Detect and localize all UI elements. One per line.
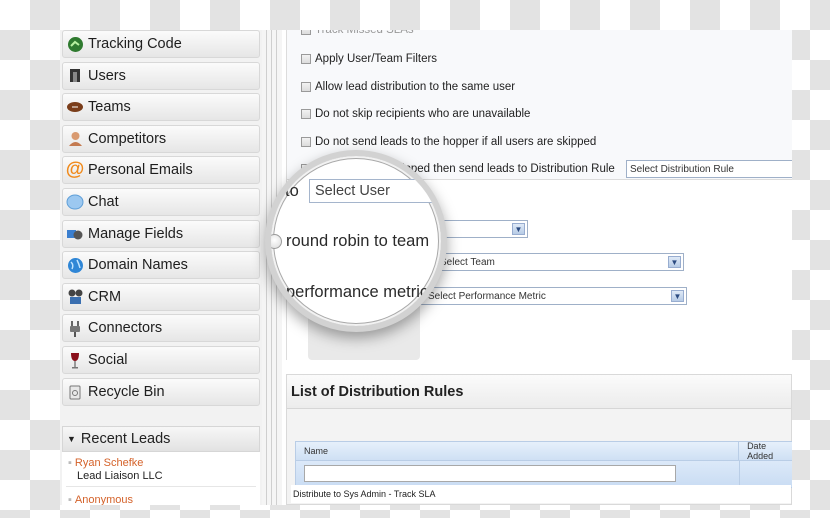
list-item: ▪ Ryan Schefke Lead Liaison LLC <box>68 457 163 483</box>
checkbox[interactable] <box>301 54 311 64</box>
distribution-rule-select[interactable]: Select Distribution Rule <box>626 160 792 178</box>
sidebar-item-label: Chat <box>88 194 119 210</box>
plug-icon <box>66 319 84 337</box>
sidebar-item-label: Connectors <box>88 320 163 337</box>
option-no-skip-unavailable[interactable]: Do not skip recipients who are unavailab… <box>301 108 530 120</box>
sidebar-item-connectors[interactable]: Connectors <box>62 314 260 343</box>
sidebar-item-label: Tracking Code <box>88 36 182 52</box>
divider <box>66 486 256 487</box>
list-item: ▪ Anonymous <box>68 494 133 505</box>
magnifier-overlay: to Select User round robin to team perfo… <box>265 150 449 350</box>
sidebar-item-label: Manage Fields <box>88 225 184 242</box>
name-filter-input[interactable] <box>304 465 676 482</box>
select-user-input[interactable]: Select User <box>309 179 441 203</box>
option-label: Do not skip recipients who are unavailab… <box>315 108 531 120</box>
distribution-rules-panel: List of Distribution Rules Name Date Add… <box>286 374 792 505</box>
select-value: Select User <box>315 183 390 199</box>
sidebar-item-crm[interactable]: CRM <box>62 282 260 311</box>
sidebar-item-label: Social <box>88 352 128 368</box>
rule-name: Distribute to Sys Admin - Track SLA <box>293 489 436 499</box>
filter-row <box>295 461 792 488</box>
globe-icon <box>66 256 84 274</box>
checkbox[interactable] <box>301 30 311 35</box>
select-team-dropdown[interactable]: Select Team ▼ <box>412 253 684 271</box>
sidebar-item-tracking-code[interactable]: Tracking Code <box>62 30 260 58</box>
sidebar-item-chat[interactable]: Chat <box>62 188 260 216</box>
select-performance-metric-dropdown[interactable]: Select Performance Metric ▼ <box>412 287 687 305</box>
checkbox[interactable] <box>301 109 311 119</box>
option-label: Do not send leads to the hopper if all u… <box>315 136 597 148</box>
recent-leads-header[interactable]: ▼ Recent Leads <box>62 426 260 452</box>
performance-metric-label: performance metric <box>286 283 429 301</box>
sidebar-item-social[interactable]: Social <box>62 346 260 374</box>
sidebar-item-label: CRM <box>88 288 122 305</box>
sidebar-item-label: Recycle Bin <box>88 383 165 400</box>
select-value: Select Distribution Rule <box>630 163 734 175</box>
magnifier-lens: to Select User round robin to team perfo… <box>265 150 447 332</box>
users-icon <box>66 67 84 85</box>
chevron-down-icon: ▼ <box>668 256 681 268</box>
sidebar-item-users[interactable]: Users <box>62 61 260 90</box>
sidebar-item-domain-names[interactable]: Domain Names <box>62 251 260 280</box>
to-label: to <box>285 182 299 200</box>
chat-bubble-icon <box>66 193 84 211</box>
option-apply-filters[interactable]: Apply User/Team Filters <box>301 53 437 65</box>
competitors-icon <box>66 130 84 148</box>
option-label: Track Missed SLAs <box>315 30 414 36</box>
sidebar-item-manage-fields[interactable]: Manage Fields <box>62 219 260 248</box>
sidebar-item-label: Competitors <box>88 130 167 147</box>
teams-icon <box>66 98 84 116</box>
sidebar-item-teams[interactable]: Teams <box>62 93 260 122</box>
table-header: Name Date Added <box>295 441 792 461</box>
lead-name-link[interactable]: Anonymous <box>75 494 133 505</box>
lead-company: Lead Liaison LLC <box>77 470 163 482</box>
column-header-name[interactable]: Name <box>296 442 740 460</box>
recent-leads-title: Recent Leads <box>80 431 171 447</box>
collapse-triangle-icon: ▼ <box>67 434 76 444</box>
sidebar: Tracking Code Users Teams Competitors @ … <box>60 30 262 505</box>
recent-leads-list: ▪ Ryan Schefke Lead Liaison LLC ▪ Anonymou… <box>62 452 260 505</box>
round-robin-radio[interactable] <box>271 234 282 249</box>
panel-title: List of Distribution Rules <box>287 375 791 409</box>
rules-table: Name Date Added <box>295 441 792 488</box>
option-no-hopper[interactable]: Do not send leads to the hopper if all u… <box>301 136 596 148</box>
checkbox[interactable] <box>301 82 311 92</box>
sidebar-item-label: Personal Emails <box>88 162 193 179</box>
sidebar-item-label: Teams <box>88 99 131 116</box>
option-allow-same-user[interactable]: Allow lead distribution to the same user <box>301 81 515 93</box>
sidebar-item-label: Users <box>88 67 126 84</box>
column-header-date-added[interactable]: Date Added <box>739 441 792 461</box>
performance-metric-radio[interactable] <box>271 284 280 299</box>
checkbox[interactable] <box>301 137 311 147</box>
tracking-code-icon <box>66 35 84 53</box>
table-row[interactable]: Distribute to Sys Admin - Track SLA <box>291 485 791 503</box>
bullet-icon: ▪ <box>68 494 72 505</box>
option-label: Apply User/Team Filters <box>315 53 438 65</box>
sidebar-item-recycle-bin[interactable]: Recycle Bin <box>62 377 260 406</box>
lead-name-link[interactable]: Ryan Schefke <box>75 457 143 469</box>
option-track-missed-slas[interactable]: Track Missed SLAs <box>301 30 414 36</box>
sidebar-item-personal-emails[interactable]: @ Personal Emails <box>62 156 260 185</box>
recycle-bin-icon <box>66 383 84 401</box>
crm-icon <box>66 288 84 306</box>
sidebar-item-competitors[interactable]: Competitors <box>62 124 260 153</box>
chevron-down-icon: ▼ <box>671 290 684 302</box>
manage-fields-icon <box>66 225 84 243</box>
social-icon <box>66 351 84 369</box>
sidebar-item-label: Domain Names <box>88 257 188 274</box>
bullet-icon: ▪ <box>68 457 72 469</box>
at-sign-icon: @ <box>65 159 85 181</box>
round-robin-label: round robin to team <box>286 232 430 250</box>
chevron-down-icon: ▼ <box>512 223 525 235</box>
option-label: Allow lead distribution to the same user <box>315 81 516 93</box>
